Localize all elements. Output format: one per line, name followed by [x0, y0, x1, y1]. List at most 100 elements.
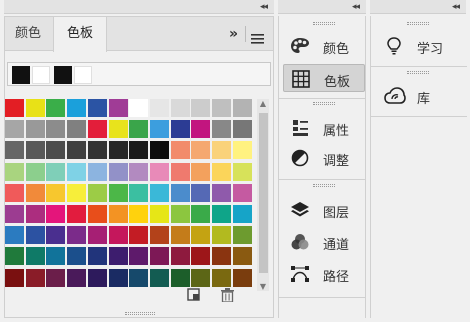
swatch[interactable] — [171, 184, 190, 202]
swatch[interactable] — [88, 120, 107, 138]
tab-color[interactable]: 颜色 — [5, 17, 51, 51]
swatch[interactable] — [171, 205, 190, 223]
swatch[interactable] — [5, 120, 24, 138]
swatch[interactable] — [171, 99, 190, 117]
swatch[interactable] — [212, 269, 231, 287]
swatch[interactable] — [67, 163, 86, 181]
swatch[interactable] — [212, 141, 231, 159]
swatch[interactable] — [212, 99, 231, 117]
swatch[interactable] — [88, 163, 107, 181]
swatch[interactable] — [26, 99, 45, 117]
dock-item-paths[interactable]: 路径 — [283, 260, 365, 288]
group-grip[interactable] — [313, 102, 335, 105]
resize-grip[interactable] — [125, 312, 155, 315]
recent-swatch[interactable] — [54, 66, 72, 84]
swatch[interactable] — [88, 247, 107, 265]
swatch[interactable] — [88, 99, 107, 117]
swatch[interactable] — [5, 184, 24, 202]
swatch[interactable] — [191, 205, 210, 223]
swatch[interactable] — [171, 141, 190, 159]
swatch[interactable] — [26, 226, 45, 244]
swatch[interactable] — [46, 247, 65, 265]
collapse-icon[interactable]: ◂◂ — [352, 2, 360, 12]
swatch[interactable] — [191, 99, 210, 117]
swatch[interactable] — [88, 184, 107, 202]
swatch[interactable] — [191, 141, 210, 159]
swatch[interactable] — [46, 120, 65, 138]
swatch[interactable] — [88, 205, 107, 223]
swatch[interactable] — [129, 163, 148, 181]
swatch[interactable] — [129, 141, 148, 159]
swatch[interactable] — [150, 226, 169, 244]
swatch[interactable] — [171, 269, 190, 287]
recent-swatch[interactable] — [74, 66, 92, 84]
swatch[interactable] — [233, 205, 252, 223]
swatch[interactable] — [26, 205, 45, 223]
swatch[interactable] — [46, 163, 65, 181]
swatch[interactable] — [129, 205, 148, 223]
dock-item-color[interactable]: 颜色 — [283, 32, 365, 60]
swatch[interactable] — [109, 269, 128, 287]
swatch[interactable] — [67, 120, 86, 138]
swatch[interactable] — [46, 226, 65, 244]
swatch[interactable] — [67, 247, 86, 265]
swatch[interactable] — [129, 120, 148, 138]
swatch[interactable] — [109, 141, 128, 159]
swatch[interactable] — [46, 184, 65, 202]
swatch[interactable] — [150, 205, 169, 223]
hamburger-icon[interactable] — [251, 29, 264, 48]
recent-swatch[interactable] — [12, 66, 30, 84]
swatch[interactable] — [233, 163, 252, 181]
swatch[interactable] — [46, 269, 65, 287]
scroll-thumb[interactable] — [259, 113, 268, 273]
swatch[interactable] — [46, 141, 65, 159]
dock-item-layers[interactable]: 图层 — [283, 196, 365, 224]
dock-item-properties[interactable]: 属性 — [283, 114, 365, 142]
dock-item-adjustments[interactable]: 调整 — [283, 144, 365, 172]
swatch[interactable] — [109, 99, 128, 117]
dock-item-swatches[interactable]: 色板 — [283, 64, 365, 92]
swatch[interactable] — [109, 120, 128, 138]
swatch[interactable] — [129, 269, 148, 287]
swatch[interactable] — [233, 226, 252, 244]
swatch[interactable] — [67, 99, 86, 117]
group-grip[interactable] — [407, 22, 429, 25]
swatch[interactable] — [5, 163, 24, 181]
group-grip[interactable] — [313, 22, 335, 25]
swatch[interactable] — [109, 226, 128, 244]
swatch[interactable] — [191, 226, 210, 244]
dock-item-learn[interactable]: 学习 — [377, 32, 463, 60]
swatch[interactable] — [191, 247, 210, 265]
collapse-icon[interactable]: ◂◂ — [452, 2, 460, 12]
swatch[interactable] — [109, 163, 128, 181]
scroll-down-icon[interactable]: ▼ — [257, 282, 269, 291]
dock-item-channels[interactable]: 通道 — [283, 228, 365, 256]
swatch[interactable] — [5, 205, 24, 223]
swatch[interactable] — [129, 99, 148, 117]
scrollbar[interactable]: ▲ ▼ — [257, 99, 269, 291]
swatch[interactable] — [26, 141, 45, 159]
swatch[interactable] — [212, 184, 231, 202]
swatch[interactable] — [150, 184, 169, 202]
swatch[interactable] — [46, 99, 65, 117]
recent-swatch[interactable] — [32, 66, 50, 84]
swatch[interactable] — [191, 163, 210, 181]
swatch[interactable] — [5, 269, 24, 287]
collapse-icon[interactable]: ◂◂ — [260, 2, 268, 12]
swatch[interactable] — [67, 226, 86, 244]
scroll-up-icon[interactable]: ▲ — [257, 99, 269, 108]
new-swatch-icon[interactable] — [187, 288, 201, 306]
tab-swatches[interactable]: 色板 — [53, 17, 107, 52]
swatch[interactable] — [150, 120, 169, 138]
swatch[interactable] — [67, 141, 86, 159]
swatch[interactable] — [233, 99, 252, 117]
dock-item-libraries[interactable]: 库 — [377, 82, 463, 110]
swatch[interactable] — [171, 120, 190, 138]
swatch[interactable] — [233, 247, 252, 265]
group-grip[interactable] — [407, 71, 429, 74]
swatch[interactable] — [5, 226, 24, 244]
swatch[interactable] — [171, 163, 190, 181]
swatch[interactable] — [233, 184, 252, 202]
swatch[interactable] — [150, 141, 169, 159]
swatch[interactable] — [171, 226, 190, 244]
